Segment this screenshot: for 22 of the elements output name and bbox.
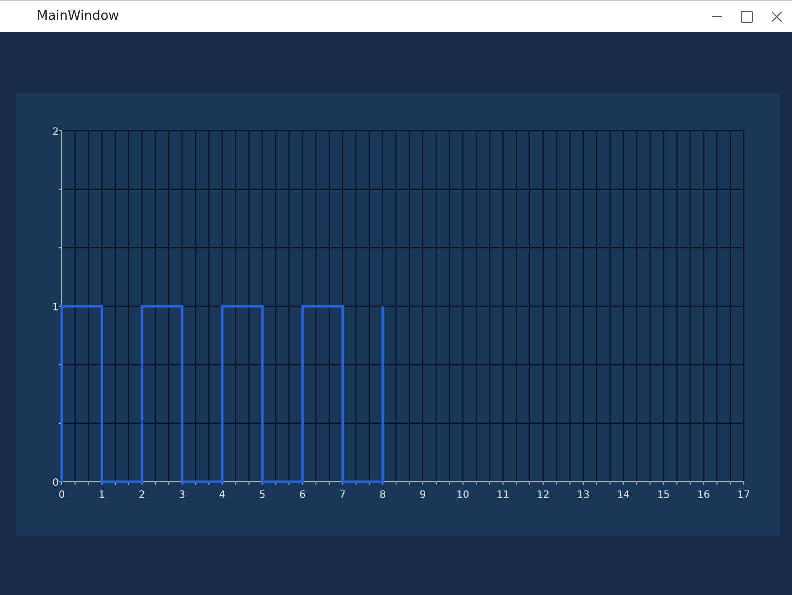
x-tick-label: 3 <box>179 490 186 501</box>
x-tick-label: 17 <box>738 490 750 501</box>
x-tick-label: 8 <box>380 490 386 501</box>
x-tick-label: 7 <box>340 490 346 501</box>
y-tick-label: 1 <box>52 302 59 314</box>
x-tick-label: 10 <box>456 490 470 501</box>
x-tick-label: 15 <box>657 490 670 501</box>
x-tick-label: 16 <box>698 490 710 501</box>
x-tick-label: 12 <box>537 490 550 501</box>
x-tick-label: 5 <box>259 490 266 501</box>
x-tick-label: 13 <box>577 490 590 501</box>
window-title: MainWindow <box>37 8 120 26</box>
x-tick-label: 14 <box>617 490 630 501</box>
y-tick-label: 0 <box>52 478 59 489</box>
x-tick-label: 1 <box>98 490 106 501</box>
x-tick-label: 6 <box>300 490 306 501</box>
x-tick-label: 4 <box>219 490 226 501</box>
x-tick-label: 0 <box>58 490 66 501</box>
y-tick-label: 2 <box>52 127 59 138</box>
x-tick-label: 9 <box>420 490 426 501</box>
x-tick-label: 2 <box>139 490 146 501</box>
x-tick-label: 11 <box>496 490 510 501</box>
